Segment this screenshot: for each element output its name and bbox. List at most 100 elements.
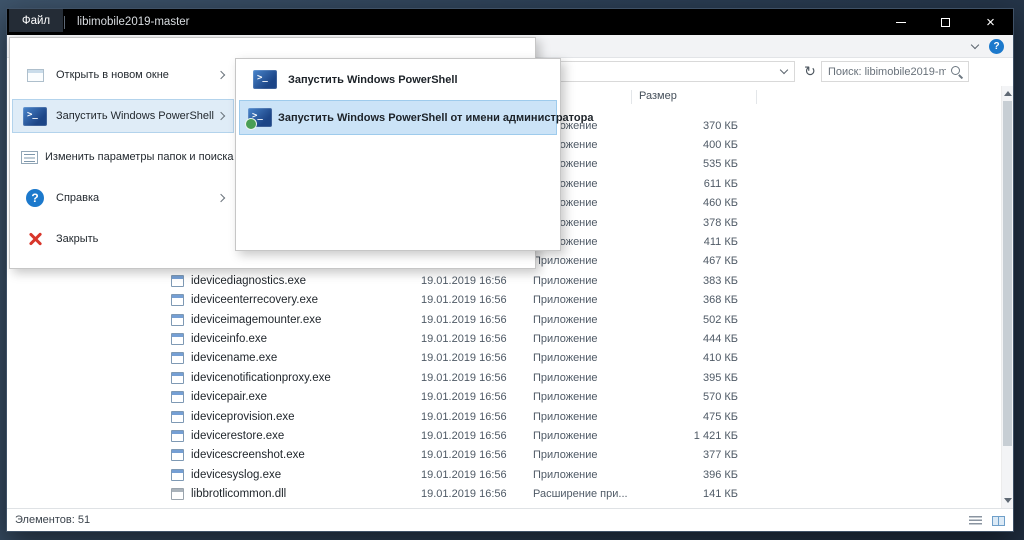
menu-item-label: Запустить Windows PowerShell [49,110,218,122]
file-date: 19.01.2019 16:56 [421,469,533,481]
file-menu-item[interactable]: Открыть в новом окне [12,58,234,92]
address-dropdown-chevron-icon[interactable] [780,66,788,74]
maximize-button[interactable] [923,9,968,35]
file-row[interactable]: idevicesyslog.exe 19.01.2019 16:56 Прило… [7,465,1001,484]
file-date: 19.01.2019 16:56 [421,314,533,326]
vertical-scrollbar[interactable] [1001,86,1013,508]
file-menu-item[interactable]: Запустить Windows PowerShell [12,99,234,133]
file-row[interactable]: idevicediagnostics.exe 19.01.2019 16:56 … [7,271,1001,290]
scroll-down-arrow-icon[interactable] [1004,498,1012,503]
file-row[interactable]: ideviceimagemounter.exe 19.01.2019 16:56… [7,310,1001,329]
file-name: libbrotlicommon.dll [191,488,421,500]
close-button[interactable] [968,9,1013,35]
file-row[interactable]: libbrotlicommon.dll 19.01.2019 16:56 Рас… [7,484,1001,503]
file-size: 1 421 КБ [643,430,738,442]
status-bar: Элементов: 51 [7,508,1013,531]
file-date: 19.01.2019 16:56 [421,449,533,461]
search-icon[interactable] [950,65,963,78]
file-row[interactable]: ideviceenterrecovery.exe 19.01.2019 16:5… [7,291,1001,310]
file-name: idevicerestore.exe [191,430,421,442]
file-row[interactable]: ideviceinfo.exe 19.01.2019 16:56 Приложе… [7,329,1001,348]
file-date: 19.01.2019 16:56 [421,352,533,364]
file-name: ideviceenterrecovery.exe [191,294,421,306]
file-type-icon [171,430,184,442]
menu-item-label: Справка [49,192,218,204]
powershell-submenu-item[interactable]: Запустить Windows PowerShell [239,62,557,97]
file-size: 377 КБ [643,449,738,461]
details-view-button[interactable] [966,513,984,528]
help-button[interactable]: ? [989,39,1004,54]
file-type: Приложение [533,275,643,287]
file-date: 19.01.2019 16:56 [421,430,533,442]
file-row[interactable]: idevicename.exe 19.01.2019 16:56 Приложе… [7,349,1001,368]
file-type-icon [171,294,184,306]
file-size: 467 КБ [643,255,738,267]
file-type-icon [171,314,184,326]
file-name: ideviceimagemounter.exe [191,314,421,326]
refresh-icon[interactable] [800,61,820,82]
file-row[interactable] [7,504,1001,506]
file-size: 460 КБ [643,197,738,209]
file-name: idevicenotificationproxy.exe [191,372,421,384]
tab-file[interactable]: Файл [9,9,63,32]
file-date: 19.01.2019 16:56 [421,411,533,423]
file-type-icon [171,372,184,384]
menu-item-label: Изменить параметры папок и поиска [38,151,234,163]
file-row[interactable]: idevicerestore.exe 19.01.2019 16:56 Прил… [7,426,1001,445]
minimize-button[interactable] [878,9,923,35]
file-date: 19.01.2019 16:56 [421,275,533,287]
file-size: 611 КБ [643,178,738,190]
file-type-icon [171,352,184,364]
thumbnails-view-icon [992,516,1005,526]
file-size: 444 КБ [643,333,738,345]
items-count-label: Элементов: 51 [15,514,90,526]
thumbnails-view-button[interactable] [989,513,1007,528]
explorer-window: libimobile2019-master ? Размер Приложе [6,8,1014,532]
search-input[interactable] [822,66,950,78]
file-size: 370 КБ [643,120,738,132]
file-row[interactable]: idevicenotificationproxy.exe 19.01.2019 … [7,368,1001,387]
file-menu-item[interactable]: Справка [12,181,234,215]
file-size: 411 КБ [643,236,738,248]
file-name: idevicediagnostics.exe [191,275,421,287]
titlebar-separator [64,16,65,29]
submenu-arrow-icon [217,71,225,79]
file-type: Приложение [533,411,643,423]
file-type-icon [171,411,184,423]
file-type: Приложение [533,430,643,442]
titlebar: libimobile2019-master [7,9,1013,35]
file-type-icon [171,469,184,481]
folder-options-icon [21,151,38,164]
file-type: Приложение [533,391,643,403]
menu-item-label: Закрыть [49,233,218,245]
file-menu-item[interactable]: Закрыть [12,222,234,256]
file-size: 535 КБ [643,158,738,170]
file-type-icon [171,391,184,403]
file-type: Приложение [533,372,643,384]
file-name: idevicesyslog.exe [191,469,421,481]
column-separator [756,90,757,104]
file-type: Приложение [533,449,643,461]
powershell-submenu-item[interactable]: Запустить Windows PowerShell от имени ад… [239,100,557,135]
close-icon [27,231,43,247]
file-menu-item[interactable]: Изменить параметры папок и поиска [12,140,234,174]
file-row[interactable]: idevicepair.exe 19.01.2019 16:56 Приложе… [7,387,1001,406]
file-type-icon [171,488,184,500]
scrollbar-thumb[interactable] [1003,101,1012,446]
open-new-window-icon [27,69,44,82]
ribbon-expand-chevron-icon[interactable] [971,41,979,49]
file-row[interactable]: ideviceprovision.exe 19.01.2019 16:56 Пр… [7,407,1001,426]
file-size: 570 КБ [643,391,738,403]
file-size: 396 КБ [643,469,738,481]
submenu-arrow-icon [217,112,225,120]
scroll-up-arrow-icon[interactable] [1004,91,1012,96]
file-date: 19.01.2019 16:56 [421,488,533,500]
file-row[interactable]: idevicescreenshot.exe 19.01.2019 16:56 П… [7,446,1001,465]
column-header-size[interactable]: Размер [639,90,677,102]
file-type: Приложение [533,255,643,267]
file-size: 502 КБ [643,314,738,326]
file-size: 400 КБ [643,139,738,151]
powershell-icon [23,107,47,126]
powershell-admin-icon [248,108,272,127]
file-size: 383 КБ [643,275,738,287]
